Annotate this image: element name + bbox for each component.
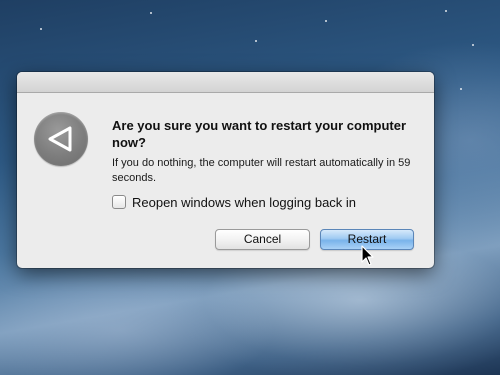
reopen-windows-checkbox[interactable] [112,195,126,209]
star [255,40,257,42]
star [445,10,447,12]
dialog-title: Are you sure you want to restart your co… [112,118,407,150]
reopen-windows-checkbox-row[interactable]: Reopen windows when logging back in [112,194,356,210]
cancel-button[interactable]: Cancel [215,229,310,250]
mouse-pointer-icon [361,245,374,266]
restart-dialog: Are you sure you want to restart your co… [17,72,434,268]
dialog-message: If you do nothing, the computer will res… [112,157,411,184]
dialog-titlebar [17,72,434,93]
restart-triangle-icon [34,112,88,166]
star [150,12,152,14]
star [472,44,474,46]
star [40,28,42,30]
star [460,88,462,90]
reopen-windows-label[interactable]: Reopen windows when logging back in [132,195,356,210]
star [325,20,327,22]
